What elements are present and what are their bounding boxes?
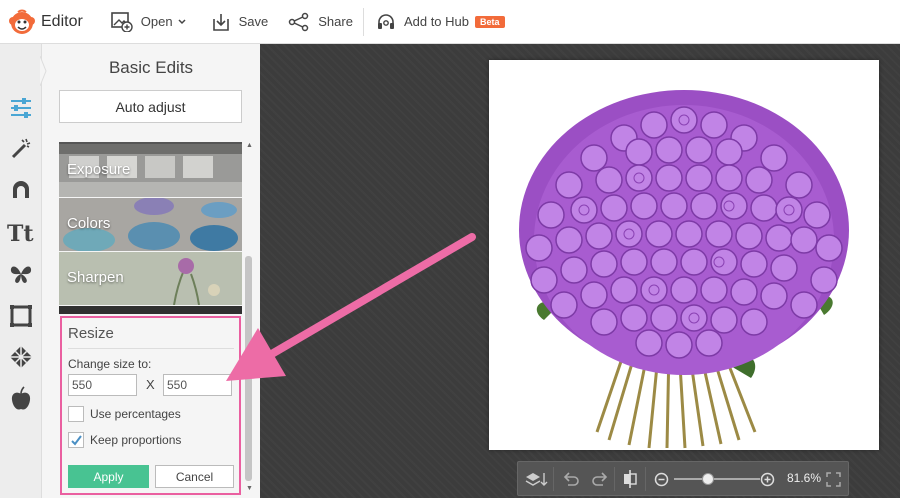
auto-adjust-button[interactable]: Auto adjust <box>59 90 242 123</box>
magic-wand-icon[interactable] <box>7 135 35 163</box>
cancel-button[interactable]: Cancel <box>155 465 234 488</box>
tile-next[interactable] <box>59 306 242 314</box>
resize-divider <box>68 348 234 349</box>
open-menu-button[interactable]: Open <box>110 0 187 44</box>
height-input[interactable] <box>163 374 232 396</box>
layers-arrow-icon[interactable] <box>524 471 548 489</box>
top-toolbar: Editor Open Save Share Add to Hub Beta <box>0 0 900 44</box>
checkmark-icon <box>70 434 82 446</box>
width-input[interactable] <box>68 374 137 396</box>
resize-dialog: Resize Change size to: X Use percentages… <box>60 316 241 495</box>
save-download-icon <box>212 13 229 31</box>
zoom-divider-2 <box>614 467 615 491</box>
app-title: Editor <box>41 12 83 30</box>
change-size-label: Change size to: <box>68 357 152 371</box>
open-label: Open <box>140 14 173 29</box>
app-logo[interactable]: Editor <box>8 0 83 44</box>
tile-exposure[interactable]: Exposure <box>59 144 242 197</box>
zoom-value: 81.6% <box>787 471 822 485</box>
picmonkey-logo-icon <box>9 9 35 34</box>
tile-label-colors: Colors <box>67 215 111 232</box>
next-thumbnail <box>59 306 242 314</box>
panel-title: Basic Edits <box>108 58 194 77</box>
hub-label: Add to Hub <box>403 14 469 29</box>
panel-scrollbar-thumb[interactable] <box>245 256 252 481</box>
zoom-toolbar: 81.6% <box>517 461 849 496</box>
tile-label-sharpen: Sharpen <box>67 269 124 286</box>
tile-label-exposure: Exposure <box>67 161 131 178</box>
fullscreen-icon[interactable] <box>826 472 841 487</box>
use-percentages-option[interactable]: Use percentages <box>68 406 181 422</box>
texture-icon[interactable] <box>7 343 35 371</box>
face-icon[interactable] <box>7 176 35 204</box>
undo-icon[interactable] <box>562 471 580 487</box>
butterfly-icon[interactable] <box>7 260 35 288</box>
keep-proportions-label: Keep proportions <box>90 433 182 447</box>
use-percentages-label: Use percentages <box>90 407 181 421</box>
zoom-divider <box>553 467 554 491</box>
keep-proportions-checkbox[interactable] <box>68 432 84 448</box>
save-button[interactable]: Save <box>211 0 269 44</box>
photo-image[interactable] <box>489 60 879 450</box>
zoom-divider-3 <box>645 467 646 491</box>
apple-icon[interactable] <box>7 385 35 413</box>
resize-title: Resize <box>68 325 114 342</box>
scroll-up-arrow-icon[interactable]: ▲ <box>246 142 253 149</box>
zoom-slider-track[interactable] <box>674 478 760 480</box>
sliders-icon[interactable] <box>7 94 35 122</box>
apply-button[interactable]: Apply <box>68 465 149 488</box>
zoom-out-icon[interactable] <box>654 472 669 487</box>
keep-proportions-option[interactable]: Keep proportions <box>68 432 181 448</box>
tile-sharpen[interactable]: Sharpen <box>59 252 242 305</box>
hub-headphones-icon <box>377 13 394 29</box>
tool-rail: Tt <box>0 44 42 498</box>
purple-roses-bouquet-image <box>519 90 849 449</box>
compare-icon[interactable] <box>622 469 638 489</box>
chevron-down-icon <box>178 18 186 24</box>
image-add-icon <box>110 11 133 32</box>
share-icon <box>289 12 309 31</box>
add-to-hub-button[interactable]: Add to Hub Beta <box>376 0 505 44</box>
share-label: Share <box>318 14 353 29</box>
beta-badge: Beta <box>475 15 505 28</box>
scroll-down-arrow-icon[interactable]: ▼ <box>246 485 253 492</box>
redo-icon[interactable] <box>591 471 609 487</box>
svg-text:Tt: Tt <box>7 221 34 244</box>
frame-icon[interactable] <box>7 302 35 330</box>
save-label: Save <box>238 14 269 29</box>
share-button[interactable]: Share <box>288 0 353 44</box>
zoom-in-icon[interactable] <box>760 472 775 487</box>
toolbar-divider <box>362 7 364 36</box>
use-percentages-checkbox[interactable] <box>68 406 84 422</box>
edit-tiles-list: Exposure Colors Sharpen <box>59 142 242 314</box>
tile-colors[interactable]: Colors <box>59 198 242 251</box>
zoom-slider-handle[interactable] <box>702 473 715 485</box>
text-icon[interactable]: Tt <box>7 218 35 246</box>
size-separator: X <box>146 377 155 392</box>
